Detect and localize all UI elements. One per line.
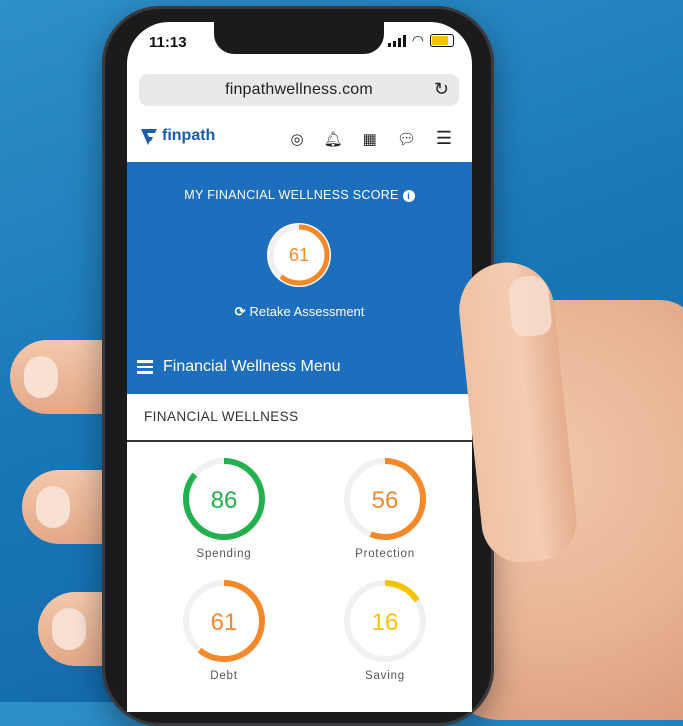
gauge-value: 56 <box>372 487 399 514</box>
menu-icon[interactable]: ☰ <box>436 128 452 149</box>
url-text: finpathwellness.com <box>225 81 373 98</box>
finpath-logo-icon <box>141 129 157 145</box>
gauge-saving[interactable]: 16 Saving <box>340 576 430 682</box>
section-title: FINANCIAL WELLNESS <box>144 409 299 424</box>
gauge-label: Debt <box>210 670 238 682</box>
refresh-icon: ⟳ <box>234 304 246 319</box>
gauge-label: Protection <box>355 548 415 560</box>
gauge-label: Saving <box>365 670 405 682</box>
gauge-label: Spending <box>196 548 252 560</box>
info-icon[interactable]: i <box>402 189 415 202</box>
overall-score-ring: 61 <box>266 222 332 288</box>
app-navbar: finpath ◎ 🔔︎ ▦ 💬︎ ☰ <box>127 116 472 163</box>
gauge-spending[interactable]: 86 Spending <box>179 454 269 560</box>
score-hero: MY FINANCIAL WELLNESS SCORE i 61 ⟳ Retake … <box>127 162 472 394</box>
signal-icon <box>387 34 406 47</box>
gauge-value: 61 <box>211 609 238 636</box>
retake-assessment-link[interactable]: ⟳ Retake Assessment <box>127 304 472 320</box>
score-title: MY FINANCIAL WELLNESS SCORE i <box>127 188 472 202</box>
gauge-debt[interactable]: 61 Debt <box>179 576 269 682</box>
address-bar[interactable]: finpathwellness.com ↻ <box>139 74 459 106</box>
status-icons: ◠ <box>387 32 454 49</box>
hamburger-icon <box>137 360 153 374</box>
phone-notch <box>214 22 384 54</box>
calendar-icon[interactable]: ▦ <box>363 130 377 148</box>
thumb-nail <box>506 274 554 338</box>
logo-text: finpath <box>162 127 216 144</box>
reload-icon[interactable]: ↻ <box>434 79 449 100</box>
menu-label: Financial Wellness Menu <box>163 358 341 375</box>
score-title-text: MY FINANCIAL WELLNESS SCORE <box>184 188 399 202</box>
chat-icon[interactable]: 💬︎ <box>397 130 416 148</box>
support-icon[interactable]: ◎ <box>290 130 303 148</box>
section-header: FINANCIAL WELLNESS <box>127 394 472 442</box>
battery-icon <box>430 34 454 47</box>
retake-label: Retake Assessment <box>249 304 365 319</box>
gauge-protection[interactable]: 56 Protection <box>340 454 430 560</box>
gauge-value: 16 <box>372 609 399 636</box>
status-time: 11:13 <box>149 34 187 51</box>
financial-wellness-menu-toggle[interactable]: Financial Wellness Menu <box>137 358 341 376</box>
finpath-logo[interactable]: finpath <box>139 126 215 146</box>
bell-icon[interactable]: 🔔︎ <box>324 130 343 148</box>
wifi-icon: ◠ <box>411 32 424 48</box>
nav-icons: ◎ 🔔︎ ▦ 💬︎ ☰ <box>290 128 452 149</box>
overall-score-value: 61 <box>289 245 309 265</box>
gauge-value: 86 <box>211 487 238 514</box>
